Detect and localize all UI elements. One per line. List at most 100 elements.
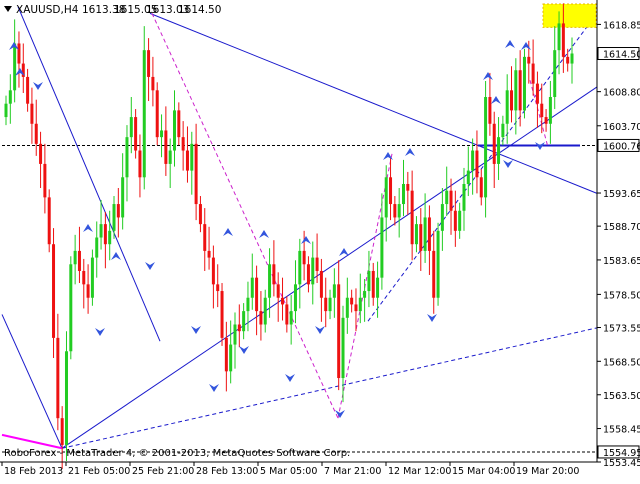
candle-body [302,250,306,265]
arrow-shape [191,326,201,334]
candle-body [103,224,107,245]
candle-body [488,97,492,124]
candle-body [380,217,384,278]
base-line [1,433,63,450]
candle-body [125,137,129,178]
candle-body [255,277,259,312]
candle-body [553,50,557,98]
candle-body [268,264,272,298]
candle-body [233,324,237,345]
arrow-shape [95,328,105,336]
candle-body [242,311,246,332]
candle-body [354,304,358,312]
candle-body [190,143,194,171]
candle-body [535,83,539,104]
candle-body [276,284,280,298]
candle-body [328,297,332,312]
candle-body [216,284,220,292]
arrow-shape [209,384,219,392]
candle-body [39,143,43,164]
candle-body [177,110,181,138]
candle-body [548,97,552,124]
arrow-shape [339,248,349,256]
candle-body [86,284,90,298]
candle-body [203,224,207,251]
arrow-shape [239,346,249,354]
candle-body [237,324,241,332]
channel-line-lower [61,327,598,449]
price-tick-label: 1614.50 [603,50,640,61]
candle-body [350,297,354,305]
candle-body [311,257,315,285]
candle-body [8,90,12,104]
up-arrow-icon [301,236,311,244]
candle-body [471,150,475,171]
candle-body [224,337,228,372]
arrow-shape [483,72,493,80]
candle-body [263,297,267,325]
candle-body [376,277,380,298]
arrow-shape [315,326,325,334]
candle-body [26,76,30,104]
candle-body [358,297,362,312]
candle-body [436,230,440,298]
time-tick-label: 5 Mar 05:00 [260,466,317,477]
candle-body [99,224,103,238]
time-tick-label: 28 Feb 13:00 [196,466,258,477]
candle-body [466,170,470,184]
candle-body [345,297,349,318]
candle-body [52,244,56,338]
chart-canvas: 1618.85 1614.50 1608.80 1603.70 1600.76 1593.… [0,0,640,477]
candle-body [475,150,479,178]
candle-body [324,297,328,312]
candle-body [544,117,548,124]
trend-line-c [61,86,598,449]
candle-body [484,97,488,198]
arrows-layer [9,40,545,418]
footer-copyright: RoboForex - MetaTrader 4, © 2001-2013, M… [4,448,350,459]
candle-body [220,291,224,338]
candle-body [293,284,297,312]
candle-body [406,183,410,191]
candle-body [414,224,418,245]
arrow-shape [427,314,437,322]
candle-body [82,270,86,285]
candle-body [540,103,544,118]
down-arrow-icon [33,82,43,90]
price-tick-label: 1600.76 [603,141,640,152]
candle-body [298,250,302,285]
up-arrow-icon [521,42,531,50]
candle-body [173,110,177,151]
candle-body [367,270,371,292]
candle-body [4,103,8,118]
down-arrow-icon [191,326,201,334]
arrow-shape [145,262,155,270]
candle-body [289,311,293,325]
up-arrow-icon [111,252,121,260]
candle-body [479,177,483,198]
candle-body [69,264,73,352]
candle-body [432,250,436,298]
arrow-shape [285,374,295,382]
symbol-label: XAUUSD,H4 [16,4,79,16]
price-chart[interactable]: 1618.85 1614.50 1608.80 1603.70 1600.76 1593.… [0,0,640,480]
candle-body [112,204,116,231]
candle-body [505,90,509,124]
collapse-icon[interactable] [4,6,12,12]
candle-body [393,204,397,218]
down-arrow-icon [315,326,325,334]
price-tick-label: 1583.65 [603,256,640,267]
candle-body [281,297,285,305]
time-tick-label: 19 Mar 20:00 [516,466,579,477]
down-arrow-icon [209,384,219,392]
candle-body [95,237,99,258]
candle-body [449,190,453,211]
candle-body [332,284,336,298]
time-tick-label: 25 Feb 21:00 [132,466,194,477]
candle-body [13,43,17,91]
ohlc-close: 1614.50 [178,4,221,16]
candle-body [527,56,531,64]
candle-body [514,70,518,111]
candle-body [246,297,250,312]
candle-body [164,130,168,164]
